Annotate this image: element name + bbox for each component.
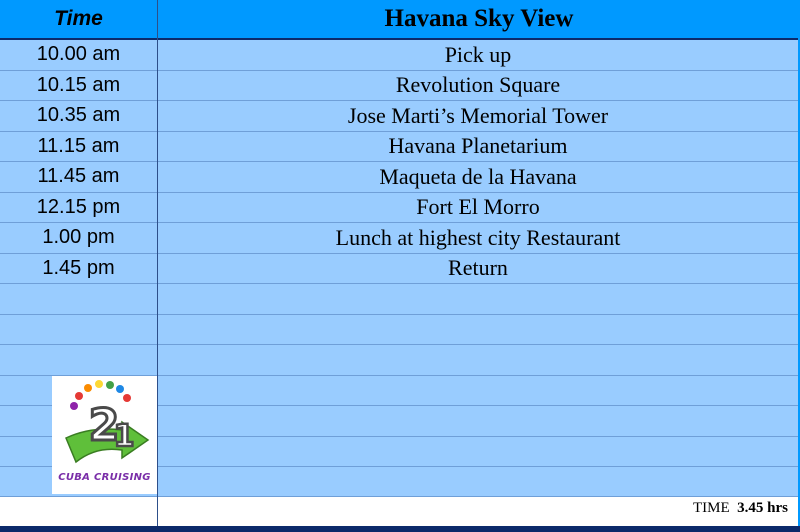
- row-time: 1.45 pm: [42, 256, 115, 279]
- time-column-header: Time: [54, 7, 103, 30]
- column-divider: [157, 0, 158, 532]
- table-row: 1.00 pm Lunch at highest city Restaurant: [0, 223, 800, 254]
- row-time: 10.35 am: [36, 104, 121, 127]
- row-time: 10.00 am: [36, 43, 121, 66]
- table-row: 10.15 am Revolution Square: [0, 71, 800, 101]
- row-activity: Pick up: [444, 41, 512, 67]
- cuba-cruising-logo: 2 1 CUBA CRUISING: [52, 376, 157, 494]
- logo-wordmark: CUBA CRUISING: [58, 472, 151, 483]
- row-activity: Maqueta de la Havana: [379, 163, 577, 189]
- total-time-label: TIME: [692, 500, 730, 516]
- table-row: 11.15 am Havana Planetarium: [0, 132, 800, 162]
- table-row: 11.45 am Maqueta de la Havana: [0, 162, 800, 193]
- row-activity: Lunch at highest city Restaurant: [335, 224, 621, 250]
- row-activity: Return: [448, 255, 508, 281]
- total-row: [0, 496, 800, 527]
- table-header: Time Havana Sky View: [0, 0, 800, 40]
- total-time-value: 3.45 hrs: [737, 500, 788, 516]
- row-activity: Revolution Square: [395, 72, 561, 98]
- svg-text:1: 1: [114, 419, 135, 454]
- table-row: 12.15 pm Fort El Morro: [0, 193, 800, 223]
- row-activity: Jose Marti’s Memorial Tower: [347, 102, 609, 128]
- empty-row: [0, 315, 800, 345]
- cuba-cruising-logo-icon: 2 1: [65, 380, 150, 464]
- table-row: 10.35 am Jose Marti’s Memorial Tower: [0, 101, 800, 132]
- row-time: 1.00 pm: [42, 226, 115, 249]
- row-time: 12.15 pm: [36, 195, 121, 218]
- bottom-border: [0, 526, 800, 532]
- row-time: 10.15 am: [36, 73, 121, 96]
- table-row: 10.00 am Pick up: [0, 40, 800, 71]
- table-row: 1.45 pm Return: [0, 254, 800, 284]
- itinerary-sheet: Time Havana Sky View 10.00 am Pick up 10…: [0, 0, 800, 532]
- tour-title: Havana Sky View: [384, 5, 574, 32]
- total-time: TIME 3.45 hrs: [693, 500, 788, 517]
- row-activity: Havana Planetarium: [388, 133, 568, 159]
- empty-row: [0, 345, 800, 376]
- empty-row: [0, 284, 800, 315]
- row-time: 11.45 am: [37, 165, 120, 188]
- row-activity: Fort El Morro: [416, 194, 540, 220]
- row-time: 11.15 am: [37, 134, 120, 157]
